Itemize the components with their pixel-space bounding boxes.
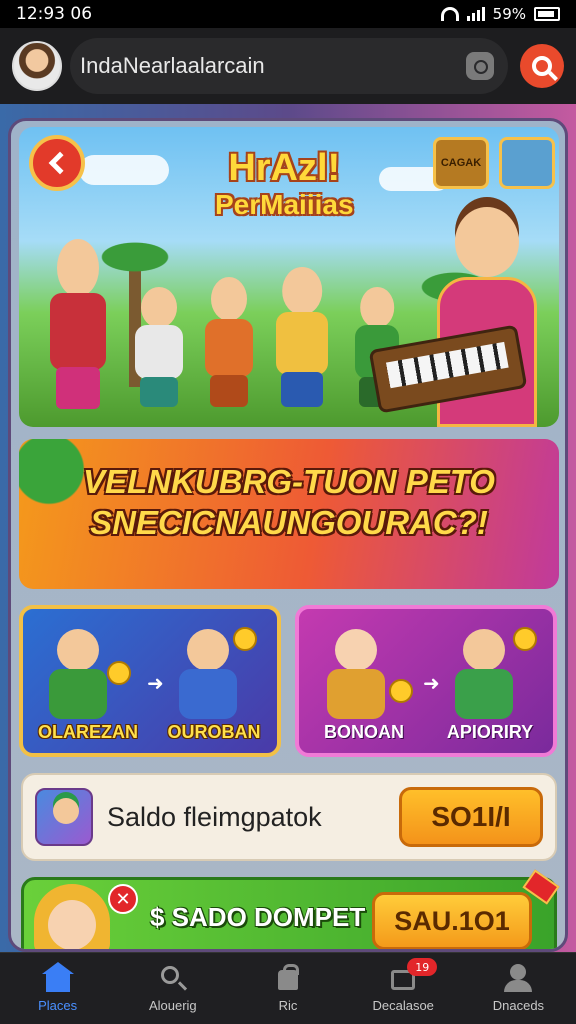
hero-badge-chest[interactable]: CAGAK <box>433 137 489 189</box>
character-head <box>463 629 505 671</box>
character-head <box>360 287 394 328</box>
back-button[interactable] <box>29 135 85 191</box>
coin-icon <box>233 627 257 651</box>
hero-banner[interactable]: CAGAK HrAzl! PerMaiiias <box>19 127 559 427</box>
hero-badge-family[interactable] <box>499 137 555 189</box>
nav-label: Dnaceds <box>492 998 545 1013</box>
camera-icon[interactable] <box>466 52 494 80</box>
promo-text: VELNKUBRG-TUON PETO SNECICNAUNGOURAC?! <box>19 461 559 544</box>
coin-icon <box>107 661 131 685</box>
character <box>321 623 391 719</box>
promo-banner[interactable]: VELNKUBRG-TUON PETO SNECICNAUNGOURAC?! <box>19 439 559 589</box>
avatar[interactable] <box>12 41 62 91</box>
character <box>269 267 335 407</box>
character-head <box>57 629 99 671</box>
feature-label-right: APIORIRY <box>446 722 534 742</box>
home-icon <box>41 962 74 992</box>
close-icon[interactable]: ✕ <box>108 884 138 914</box>
hero-title-line1: HrAzl! <box>228 147 341 189</box>
nav-label: Decalasoe <box>372 998 434 1013</box>
character-body <box>455 669 513 719</box>
search-bar[interactable]: IndaNearlaalarcain <box>70 38 508 94</box>
feature-label-left: BONOAN <box>324 722 404 742</box>
character-body <box>135 325 183 380</box>
main-frame: CAGAK HrAzl! PerMaiiias VELNKUBRG-TUON P… <box>8 118 568 952</box>
character-body <box>327 669 385 719</box>
search-icon <box>157 964 189 992</box>
battery-percent: 59% <box>492 5 526 23</box>
app-header: IndaNearlaalarcain <box>0 28 576 104</box>
nav-item-search[interactable]: Alouerig <box>115 953 230 1024</box>
box-icon: 19 <box>387 958 438 992</box>
character-head <box>187 629 229 671</box>
bag-icon <box>272 964 304 992</box>
hero-title: HrAzl! PerMaiiias <box>215 149 354 219</box>
character <box>43 239 113 409</box>
arrow-right-icon: ➜ <box>423 671 440 695</box>
cloud <box>79 155 169 185</box>
feature-card-priority[interactable]: ➜ BONOAN APIORIRY <box>295 605 557 757</box>
character-legs <box>209 374 249 407</box>
bottom-nav: Places Alouerig Ric 19 Decalasoe Dnaceds <box>0 952 576 1024</box>
wallet-button[interactable]: SAU.1O1 <box>372 892 532 949</box>
character-body <box>179 669 237 719</box>
battery-icon <box>534 7 560 21</box>
search-input[interactable]: IndaNearlaalarcain <box>80 53 466 79</box>
avatar-face <box>48 900 96 949</box>
nav-label: Places <box>38 998 78 1013</box>
balance-row: Saldo fleimgpatok SO1I/I <box>21 773 557 861</box>
character-head <box>455 207 519 277</box>
nav-item-decalasoe[interactable]: 19 Decalasoe <box>346 953 461 1024</box>
balance-button[interactable]: SO1I/I <box>399 787 543 847</box>
nav-item-ric[interactable]: Ric <box>230 953 345 1024</box>
arrow-right-icon: ➜ <box>147 671 164 695</box>
coin-icon <box>513 627 537 651</box>
character-head <box>335 629 377 671</box>
coin-icon <box>389 679 413 703</box>
search-icon <box>532 56 552 76</box>
character-head <box>282 267 322 315</box>
character-body <box>50 293 106 370</box>
promo-line1: VELNKUBRG-TUON PETO <box>83 463 495 500</box>
main-area: CAGAK HrAzl! PerMaiiias VELNKUBRG-TUON P… <box>0 104 576 952</box>
person-icon <box>502 964 534 992</box>
nav-item-profile[interactable]: Dnaceds <box>461 953 576 1024</box>
feature-label-left: OLAREZAN <box>38 722 138 742</box>
character-body <box>205 318 253 378</box>
character <box>199 277 259 407</box>
character-head <box>57 239 99 297</box>
wallet-card[interactable]: ✕ $ SADO DOMPET SAU.1O1 <box>21 869 560 949</box>
status-icons: 59% <box>440 5 560 23</box>
character-head <box>211 277 247 322</box>
wallet-label: $ SADO DOMPET <box>150 902 366 932</box>
wifi-icon <box>440 7 459 21</box>
character-body <box>275 311 329 375</box>
character-legs <box>280 372 324 407</box>
status-bar: 12:93 06 59% <box>0 0 576 28</box>
balance-label: Saldo fleimgpatok <box>107 801 322 832</box>
promo-line2: SNECICNAUNGOURAC?! <box>90 504 488 542</box>
signal-icon <box>466 7 485 21</box>
feature-label-right: OUROBAN <box>167 722 261 742</box>
character-body <box>49 669 107 719</box>
character <box>129 287 189 407</box>
character-head <box>141 287 177 328</box>
hero-title-line2: PerMaiiias <box>215 189 354 220</box>
back-arrow-icon <box>48 151 72 175</box>
nav-label: Ric <box>278 998 298 1013</box>
nav-item-places[interactable]: Places <box>0 953 115 1024</box>
feature-card-exchange[interactable]: ➜ OLAREZAN OUROBAN <box>19 605 281 757</box>
balance-thumbnail <box>35 788 93 846</box>
character <box>43 623 113 719</box>
nav-label: Alouerig <box>148 998 197 1013</box>
search-button[interactable] <box>520 44 564 88</box>
character-legs <box>55 366 101 409</box>
status-time: 12:93 06 <box>16 4 93 24</box>
notification-badge: 19 <box>407 958 438 976</box>
character-legs <box>139 377 179 407</box>
wallet-avatar <box>30 884 114 949</box>
